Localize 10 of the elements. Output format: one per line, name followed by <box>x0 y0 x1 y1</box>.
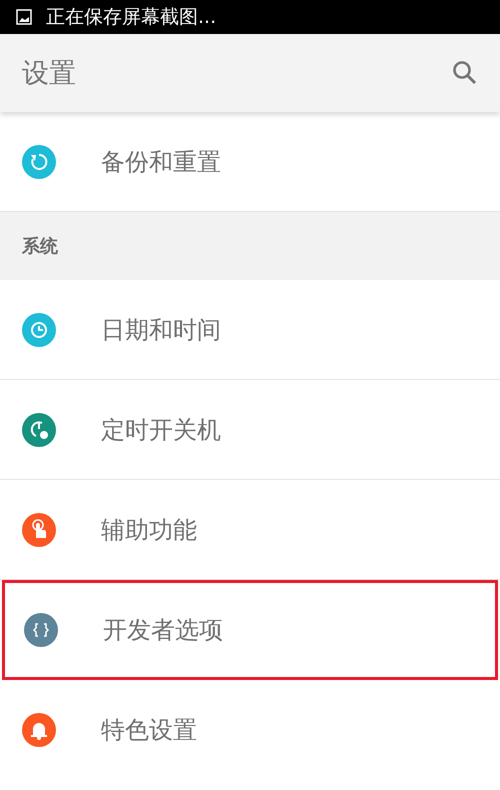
search-icon[interactable] <box>452 60 478 86</box>
section-header: 系统 <box>0 212 500 280</box>
image-icon <box>16 9 32 25</box>
settings-item[interactable]: 特色设置 <box>0 680 500 780</box>
settings-item[interactable]: 定时开关机 <box>0 380 500 480</box>
notification-text: 正在保存屏幕截图... <box>46 5 216 30</box>
page-title: 设置 <box>22 57 76 91</box>
settings-item[interactable]: 日期和时间 <box>0 280 500 380</box>
settings-item[interactable]: 辅助功能 <box>0 480 500 580</box>
settings-item[interactable]: 开发者选项 <box>2 580 498 680</box>
